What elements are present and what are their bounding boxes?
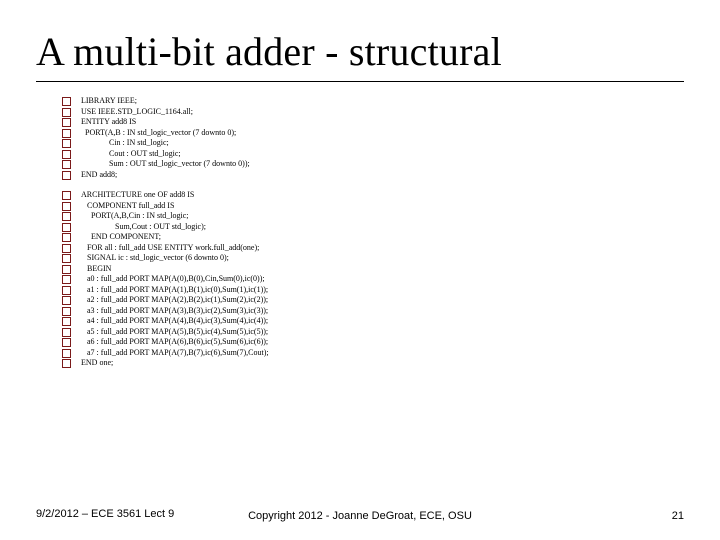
- arch-line: Sum,Cout : OUT std_logic);: [81, 222, 206, 232]
- arch-row: a2 : full_add PORT MAP(A(2),B(2),ic(1),S…: [62, 295, 269, 305]
- bullet-icon: [62, 338, 71, 347]
- bullet-icon: [62, 223, 71, 232]
- arch-line: END one;: [81, 358, 113, 368]
- arch-row: COMPONENT full_add IS: [62, 201, 269, 211]
- arch-row: a0 : full_add PORT MAP(A(0),B(0),Cin,Sum…: [62, 274, 269, 284]
- arch-line: BEGIN: [81, 264, 111, 274]
- arch-line: PORT(A,B,Cin : IN std_logic;: [81, 211, 189, 221]
- bullet-icon: [62, 317, 71, 326]
- bullet-icon: [62, 233, 71, 242]
- entity-line: LIBRARY IEEE;: [81, 96, 137, 106]
- arch-line: COMPONENT full_add IS: [81, 201, 174, 211]
- entity-line: Cout : OUT std_logic;: [81, 149, 181, 159]
- bullet-icon: [62, 191, 71, 200]
- arch-row: a7 : full_add PORT MAP(A(7),B(7),ic(6),S…: [62, 348, 269, 358]
- bullet-icon: [62, 118, 71, 127]
- bullet-icon: [62, 150, 71, 159]
- slide-title: A multi-bit adder - structural: [36, 28, 684, 82]
- arch-row: a6 : full_add PORT MAP(A(6),B(6),ic(5),S…: [62, 337, 269, 347]
- arch-line: FOR all : full_add USE ENTITY work.full_…: [81, 243, 259, 253]
- arch-row: FOR all : full_add USE ENTITY work.full_…: [62, 243, 269, 253]
- entity-row: ENTITY add8 IS: [62, 117, 250, 127]
- entity-line: ENTITY add8 IS: [81, 117, 136, 127]
- bullet-icon: [62, 244, 71, 253]
- slide: A multi-bit adder - structural LIBRARY I…: [0, 0, 720, 540]
- bullet-icon: [62, 296, 71, 305]
- entity-row: USE IEEE.STD_LOGIC_1164.all;: [62, 107, 250, 117]
- bullet-icon: [62, 307, 71, 316]
- arch-row: a4 : full_add PORT MAP(A(4),B(4),ic(3),S…: [62, 316, 269, 326]
- arch-row: END one;: [62, 358, 269, 368]
- bullet-icon: [62, 359, 71, 368]
- entity-line: PORT(A,B : IN std_logic_vector (7 downto…: [81, 128, 236, 138]
- entity-row: LIBRARY IEEE;: [62, 96, 250, 106]
- entity-line: USE IEEE.STD_LOGIC_1164.all;: [81, 107, 193, 117]
- arch-line: a7 : full_add PORT MAP(A(7),B(7),ic(6),S…: [81, 348, 269, 358]
- bullet-icon: [62, 139, 71, 148]
- arch-row: SIGNAL ic : std_logic_vector (6 downto 0…: [62, 253, 269, 263]
- arch-line: a3 : full_add PORT MAP(A(3),B(3),ic(2),S…: [81, 306, 268, 316]
- bullet-icon: [62, 254, 71, 263]
- entity-row: END add8;: [62, 170, 250, 180]
- bullet-icon: [62, 171, 71, 180]
- footer-copyright: Copyright 2012 - Joanne DeGroat, ECE, OS…: [36, 510, 684, 522]
- arch-row: BEGIN: [62, 264, 269, 274]
- code-block-entity: LIBRARY IEEE;USE IEEE.STD_LOGIC_1164.all…: [62, 96, 250, 180]
- arch-row: a3 : full_add PORT MAP(A(3),B(3),ic(2),S…: [62, 306, 269, 316]
- code-block-architecture: ARCHITECTURE one OF add8 IS COMPONENT fu…: [62, 190, 269, 369]
- arch-row: a5 : full_add PORT MAP(A(5),B(5),ic(4),S…: [62, 327, 269, 337]
- bullet-icon: [62, 328, 71, 337]
- arch-line: SIGNAL ic : std_logic_vector (6 downto 0…: [81, 253, 229, 263]
- arch-row: Sum,Cout : OUT std_logic);: [62, 222, 269, 232]
- entity-line: Cin : IN std_logic;: [81, 138, 169, 148]
- bullet-icon: [62, 349, 71, 358]
- arch-line: a1 : full_add PORT MAP(A(1),B(1),ic(0),S…: [81, 285, 268, 295]
- arch-line: a4 : full_add PORT MAP(A(4),B(4),ic(3),S…: [81, 316, 268, 326]
- entity-row: Sum : OUT std_logic_vector (7 downto 0))…: [62, 159, 250, 169]
- arch-line: END COMPONENT;: [81, 232, 161, 242]
- entity-row: Cin : IN std_logic;: [62, 138, 250, 148]
- entity-line: Sum : OUT std_logic_vector (7 downto 0))…: [81, 159, 250, 169]
- bullet-icon: [62, 212, 71, 221]
- arch-line: a2 : full_add PORT MAP(A(2),B(2),ic(1),S…: [81, 295, 268, 305]
- bullet-icon: [62, 286, 71, 295]
- arch-line: a0 : full_add PORT MAP(A(0),B(0),Cin,Sum…: [81, 274, 265, 284]
- arch-line: a6 : full_add PORT MAP(A(6),B(6),ic(5),S…: [81, 337, 268, 347]
- entity-line: END add8;: [81, 170, 117, 180]
- entity-row: Cout : OUT std_logic;: [62, 149, 250, 159]
- arch-row: PORT(A,B,Cin : IN std_logic;: [62, 211, 269, 221]
- bullet-icon: [62, 108, 71, 117]
- arch-row: ARCHITECTURE one OF add8 IS: [62, 190, 269, 200]
- bullet-icon: [62, 265, 71, 274]
- bullet-icon: [62, 97, 71, 106]
- bullet-icon: [62, 202, 71, 211]
- bullet-icon: [62, 160, 71, 169]
- arch-row: END COMPONENT;: [62, 232, 269, 242]
- entity-row: PORT(A,B : IN std_logic_vector (7 downto…: [62, 128, 250, 138]
- bullet-icon: [62, 275, 71, 284]
- arch-row: a1 : full_add PORT MAP(A(1),B(1),ic(0),S…: [62, 285, 269, 295]
- arch-line: ARCHITECTURE one OF add8 IS: [81, 190, 194, 200]
- footer-page-number: 21: [672, 510, 684, 522]
- arch-line: a5 : full_add PORT MAP(A(5),B(5),ic(4),S…: [81, 327, 268, 337]
- bullet-icon: [62, 129, 71, 138]
